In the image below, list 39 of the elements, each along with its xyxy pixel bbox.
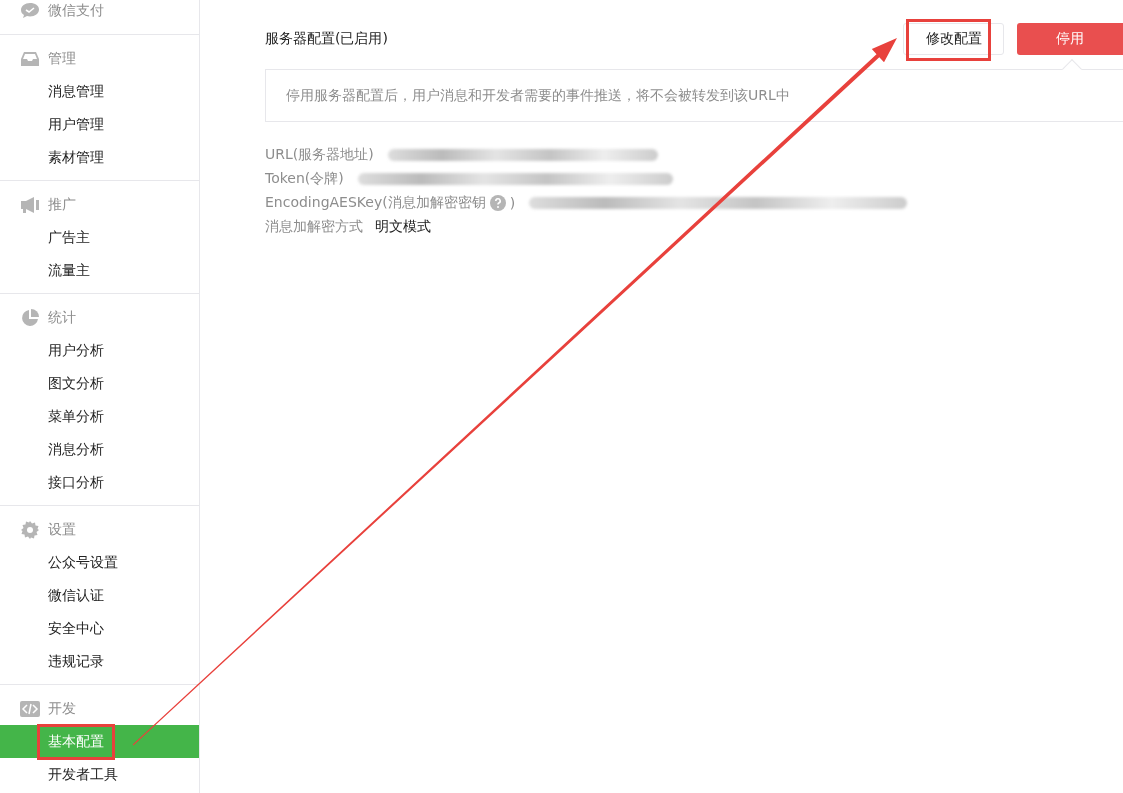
field-label: 消息加解密方式 <box>265 218 363 236</box>
sidebar-item[interactable]: 流量主 <box>0 254 199 287</box>
megaphone-icon <box>21 196 39 213</box>
sidebar-section-title: 统计 <box>48 308 76 327</box>
gear-icon <box>21 520 39 539</box>
section-title: 服务器配置(已启用) <box>265 30 389 48</box>
field-label: Token(令牌) <box>265 170 344 188</box>
notice-text: 停用服务器配置后，用户消息和开发者需要的事件推送，将不会被转发到该URL中 <box>286 86 790 105</box>
sidebar-item[interactable]: 消息管理 <box>0 75 199 108</box>
pie-chart-icon <box>21 308 39 327</box>
disable-button[interactable]: 停用 <box>1017 23 1123 55</box>
sidebar-section-title: 推广 <box>48 195 76 214</box>
edit-button[interactable]: 修改配置 <box>903 23 1004 55</box>
field-label: URL(服务器地址) <box>265 146 374 164</box>
sidebar-item[interactable]: 公众号设置 <box>0 546 199 579</box>
sidebar-section-title: 设置 <box>48 520 76 539</box>
sidebar-item[interactable]: 接口分析 <box>0 466 199 499</box>
sidebar-item[interactable]: 图文分析 <box>0 367 199 400</box>
sidebar-section-title: 开发 <box>48 699 76 718</box>
sidebar-section-title: 管理 <box>48 49 76 68</box>
annotation-box: 基本配置 <box>40 726 112 757</box>
field-label: EncodingAESKey(消息加解密密钥 <box>265 194 486 212</box>
sidebar-item[interactable]: 菜单分析 <box>0 400 199 433</box>
help-icon[interactable] <box>489 195 506 211</box>
sidebar-item[interactable]: 素材管理 <box>0 141 199 174</box>
sidebar-item[interactable]: 广告主 <box>0 221 199 254</box>
field-label: ) <box>509 195 516 211</box>
sidebar-item[interactable]: 开发者工具 <box>0 758 199 791</box>
sidebar-item[interactable]: 微信认证 <box>0 579 199 612</box>
sidebar-item[interactable]: 违规记录 <box>0 645 199 678</box>
field-value: 明文模式 <box>375 218 431 236</box>
chat-bubble-icon <box>21 3 39 19</box>
inbox-icon <box>21 50 39 67</box>
sidebar-item[interactable]: 消息分析 <box>0 433 199 466</box>
sidebar-item[interactable]: 用户管理 <box>0 108 199 141</box>
sidebar-section-title: 微信支付 <box>48 2 104 20</box>
code-icon <box>20 700 40 717</box>
sidebar-item[interactable]: 安全中心 <box>0 612 199 645</box>
sidebar-item[interactable]: 用户分析 <box>0 334 199 367</box>
